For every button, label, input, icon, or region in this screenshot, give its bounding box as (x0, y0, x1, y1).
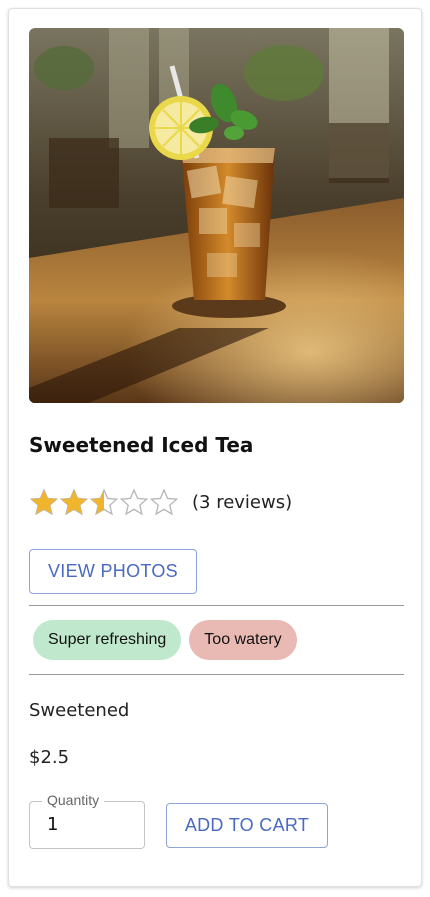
star-filled-icon (29, 488, 59, 516)
review-count[interactable]: (3 reviews) (192, 492, 292, 513)
product-title: Sweetened Iced Tea (29, 433, 254, 457)
star-empty-icon (149, 488, 179, 516)
variant-label: Sweetened (29, 700, 130, 721)
quantity-input[interactable]: 1 (47, 814, 58, 835)
product-card: Sweetened Iced Tea (3 reviews) VIEW PHOT… (8, 8, 422, 887)
tag-chip[interactable]: Super refreshing (33, 620, 182, 660)
star-empty-icon (119, 488, 149, 516)
price: $2.5 (29, 747, 70, 768)
divider (29, 605, 404, 606)
rating: (3 reviews) (29, 487, 292, 517)
divider (29, 674, 404, 675)
star-filled-icon (59, 488, 89, 516)
tag-chip[interactable]: Too watery (189, 620, 297, 660)
star-half-icon (89, 488, 119, 516)
star-rating (29, 488, 179, 516)
quantity-label: Quantity (42, 792, 105, 808)
quantity-field[interactable]: Quantity 1 (29, 792, 145, 849)
product-image (29, 28, 404, 403)
tag-list: Super refreshing Too watery (33, 620, 297, 660)
view-photos-button[interactable]: VIEW PHOTOS (29, 549, 197, 594)
add-to-cart-button[interactable]: ADD TO CART (166, 803, 328, 848)
